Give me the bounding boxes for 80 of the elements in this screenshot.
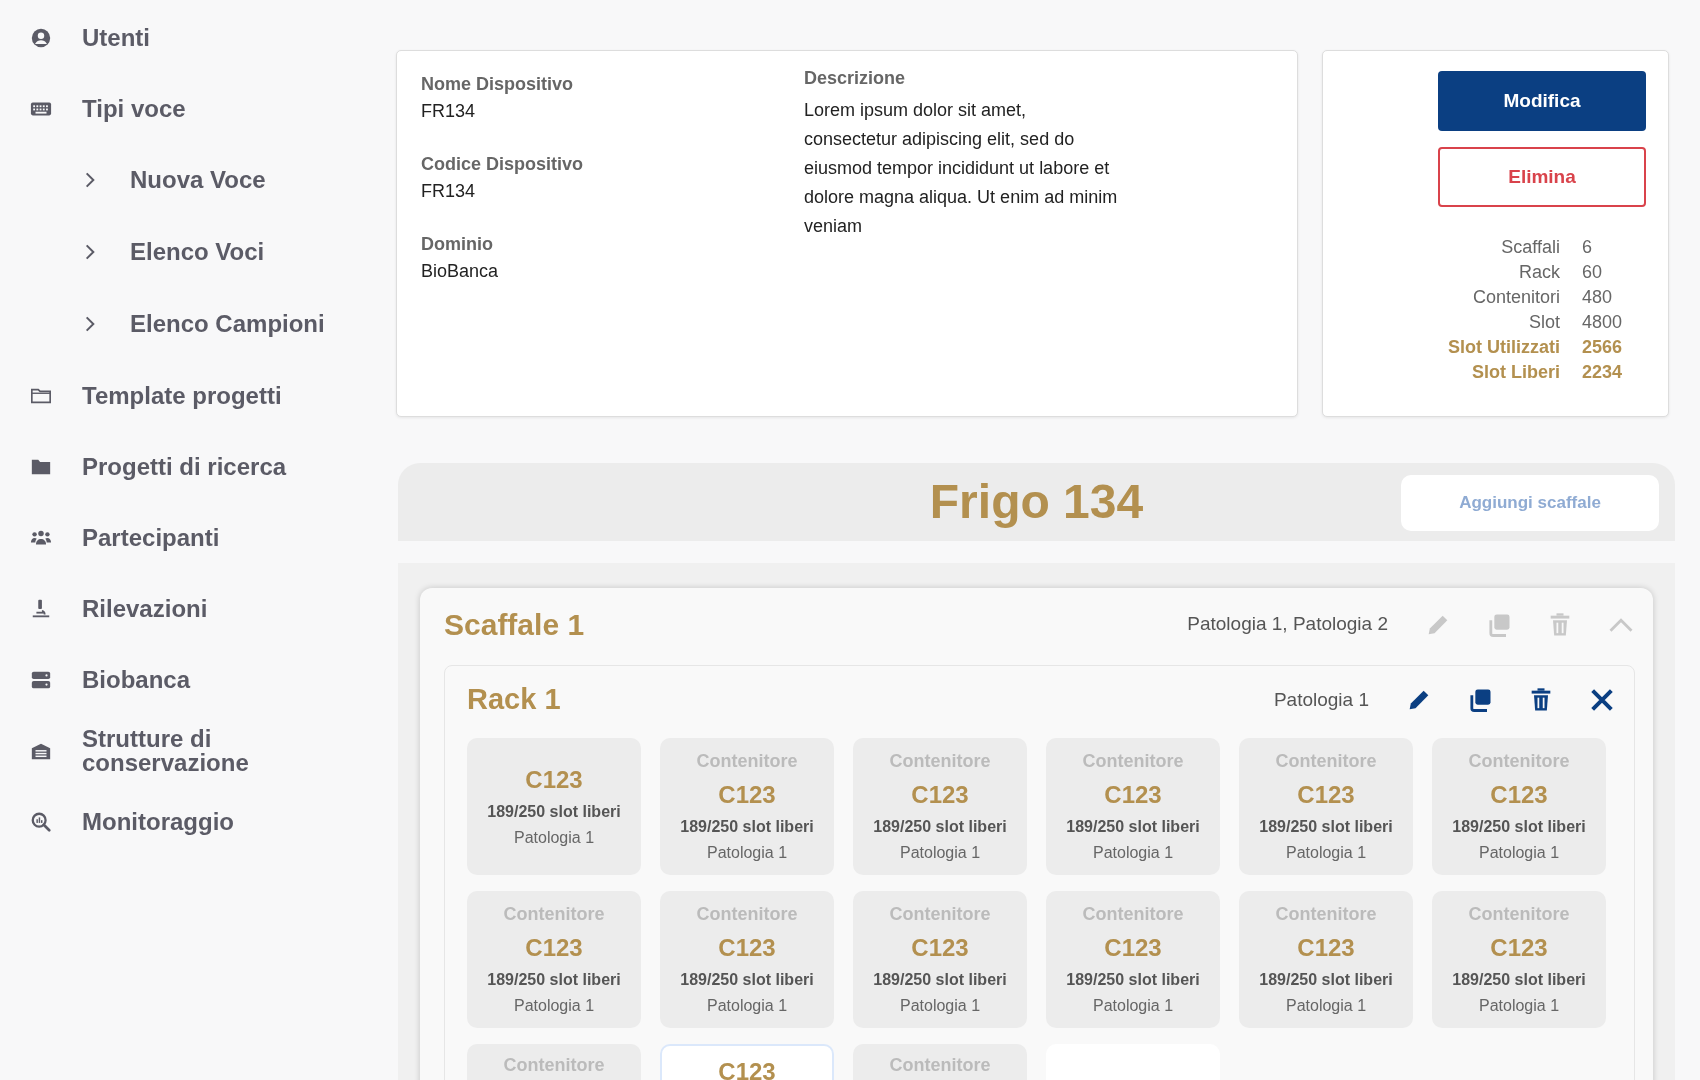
sidebar-item[interactable]: Utenti: [30, 2, 380, 73]
slot-count: 189/250 slot liberi: [1258, 969, 1394, 990]
description-text: Lorem ipsum dolor sit amet, consectetur adipiscing elit, sed do eiusmod tempor incididunt ut labore et dolore magna aliqua. Ut enim ad minim veniam: [804, 99, 1119, 238]
field-value: BioBanca: [421, 260, 500, 283]
container-code: C123: [717, 932, 777, 963]
search-chart-icon: [30, 810, 52, 833]
sidebar-item[interactable]: Progetti di ricerca: [30, 431, 380, 502]
container-code: C123: [717, 1056, 777, 1080]
field-value: FR134: [421, 180, 477, 203]
container-code: C123: [524, 765, 584, 795]
pathology-label: Patologia 1: [898, 842, 982, 863]
sidebar-subitem[interactable]: Nuova Voce: [30, 144, 380, 216]
sidebar-item[interactable]: Partecipanti: [30, 502, 380, 573]
pathology-label: Patologia 1: [1284, 842, 1368, 863]
slot-count: 189/250 slot liberi: [679, 816, 815, 837]
pathology-list: Patologia 1: [1273, 685, 1369, 714]
container-code: C123: [524, 932, 584, 963]
pathology-label: Patologia 1: [1477, 995, 1561, 1016]
slot-count: 189/250 slot liberi: [872, 969, 1008, 990]
rack-title: Rack 1: [467, 682, 561, 717]
slot-count: 189/250 slot liberi: [486, 802, 622, 822]
stat-label: Slot: [1527, 311, 1560, 334]
pathology-list: Patologia 1, Patologia 2: [1187, 610, 1388, 639]
container-code: C123: [1489, 779, 1549, 810]
edit-button[interactable]: Modifica: [1438, 71, 1646, 131]
slot-count: 189/250 slot liberi: [1065, 969, 1201, 990]
container-code: C123: [1489, 932, 1549, 963]
stat-label: Slot Utilizzati: [1448, 336, 1560, 359]
pathology-label: Patologia 1: [1477, 842, 1561, 863]
slot-count: 189/250 slot liberi: [1451, 969, 1587, 990]
fridge-title: Frigo 134: [929, 474, 1144, 530]
sidebar-subitem[interactable]: Elenco Campioni: [30, 288, 380, 360]
pathology-label: Patologia 1: [1284, 995, 1368, 1016]
slot-count: 189/250 slot liberi: [486, 969, 622, 990]
delete-button[interactable]: Elimina: [1438, 147, 1646, 207]
sidebar-item[interactable]: Strutture di conservazione: [30, 715, 380, 786]
container-code: C123: [1296, 932, 1356, 963]
sidebar-item[interactable]: Biobanca: [30, 644, 380, 715]
sidebar-item[interactable]: Monitoraggio: [30, 786, 380, 857]
field-label: Nome Dispositivo: [421, 73, 575, 96]
field-label: Dominio: [421, 233, 494, 256]
field-value: FR134: [421, 100, 477, 123]
stat-value: 480: [1582, 286, 1614, 309]
slot-count: 189/250 slot liberi: [1451, 816, 1587, 837]
stat-value: 2234: [1582, 361, 1624, 384]
sidebar-item[interactable]: Tipi voce: [30, 73, 380, 144]
pathology-label: Patologia 1: [705, 842, 789, 863]
container-code: C123: [717, 779, 777, 810]
field-label: Codice Dispositivo: [421, 153, 585, 176]
container-code: C123: [1296, 779, 1356, 810]
stat-label: Rack: [1518, 261, 1560, 284]
stat-label: Scaffali: [1500, 236, 1560, 259]
pathology-label: Patologia 1: [898, 995, 982, 1016]
microscope-icon: [30, 597, 52, 620]
pathology-label: Patologia 1: [512, 828, 596, 848]
user-icon: [30, 26, 52, 49]
pathology-label: Patologia 1: [1091, 995, 1175, 1016]
sidebar-item[interactable]: Rilevazioni: [30, 573, 380, 644]
sidebar-subitem[interactable]: Elenco Voci: [30, 216, 380, 288]
sidebar-item[interactable]: Template progetti: [30, 360, 380, 431]
pathology-label: Patologia 1: [512, 995, 596, 1016]
stat-label: Contenitori: [1471, 286, 1560, 309]
slot-count: 189/250 slot liberi: [679, 969, 815, 990]
stat-value: 6: [1582, 236, 1593, 259]
stat-label: Slot Liberi: [1471, 361, 1560, 384]
container-code: C123: [1103, 932, 1163, 963]
pathology-label: Patologia 1: [1091, 842, 1175, 863]
slot-count: 189/250 slot liberi: [1065, 816, 1201, 837]
slot-count: 189/250 slot liberi: [872, 816, 1008, 837]
container-code: C123: [910, 779, 970, 810]
field-label: Descrizione: [804, 67, 907, 90]
container-code: C123: [910, 932, 970, 963]
container-code: C123: [1103, 779, 1163, 810]
slot-count: 189/250 slot liberi: [1258, 816, 1394, 837]
shelf-title: Scaffale 1: [444, 607, 585, 643]
stat-value: 60: [1582, 261, 1604, 284]
stat-value: 2566: [1582, 336, 1624, 359]
pathology-label: Patologia 1: [705, 995, 789, 1016]
container-tile[interactable]: C123 189/250 slot liberi Patologia 1: [467, 737, 641, 875]
stat-value: 4800: [1582, 311, 1624, 334]
